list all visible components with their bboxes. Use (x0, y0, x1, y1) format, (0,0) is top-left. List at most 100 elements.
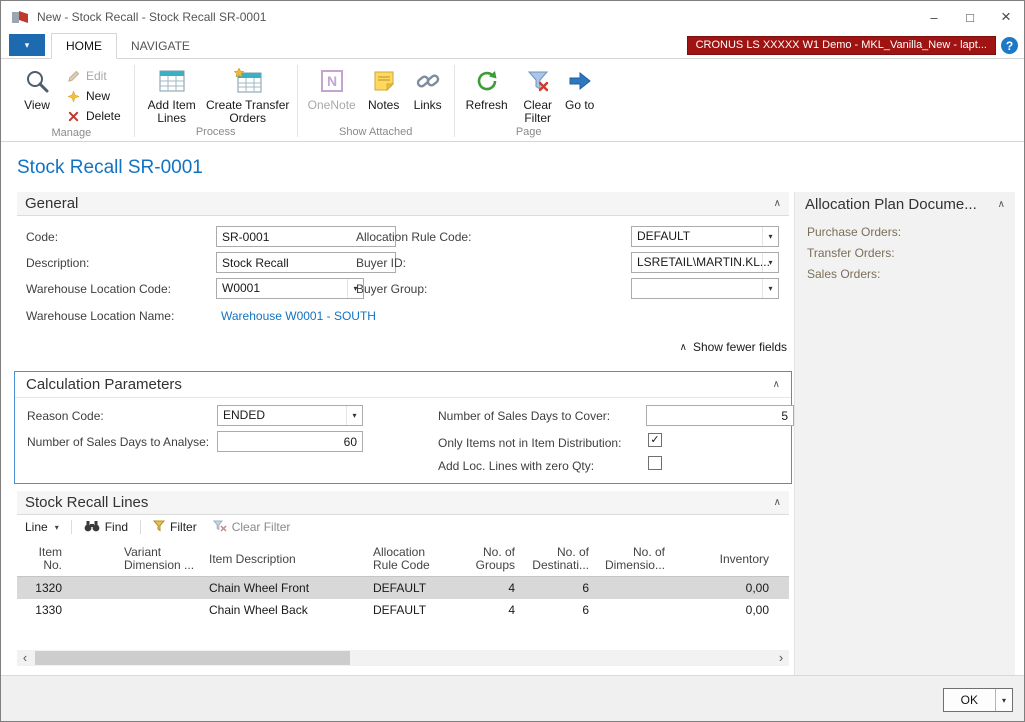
delete-button[interactable]: Delete (64, 106, 129, 126)
lines-section-header[interactable]: Stock Recall Lines ∧ (17, 491, 789, 515)
warehouse-location-name-label: Warehouse Location Name: (26, 309, 174, 323)
window-title: New - Stock Recall - Stock Recall SR-000… (37, 10, 266, 24)
ribbon: View Edit New (1, 59, 1024, 142)
onenote-label: OneNote (308, 99, 356, 112)
go-to-button[interactable]: Go to (562, 62, 598, 125)
toolbar-separator (140, 520, 141, 534)
factbox-header[interactable]: Allocation Plan Docume... ∧ (795, 192, 1015, 215)
buyer-id-combo[interactable]: LSRETAIL\MARTIN.KL... ▾ (631, 252, 779, 273)
description-label: Description: (26, 256, 89, 270)
buyer-id-label: Buyer ID: (356, 256, 406, 270)
close-button[interactable]: × (988, 1, 1024, 33)
cell-allocation-rule-code: DEFAULT (369, 599, 469, 621)
column-header-item-no[interactable]: Item No. (17, 541, 66, 577)
column-header-allocation-rule-code[interactable]: Allocation Rule Code (369, 541, 469, 577)
ribbon-separator (134, 65, 135, 137)
tab-navigate[interactable]: NAVIGATE (117, 34, 204, 58)
maximize-button[interactable]: □ (952, 1, 988, 33)
scroll-right-arrow[interactable]: › (773, 650, 789, 666)
cell-allocation-rule-code: DEFAULT (369, 577, 469, 599)
links-button[interactable]: Links (407, 62, 449, 125)
ok-split-button[interactable]: OK ▾ (943, 688, 1013, 712)
reason-code-combo[interactable]: ENDED ▾ (217, 405, 363, 426)
cell-variant-dimension (66, 577, 205, 599)
column-header-no-of-groups[interactable]: No. of Groups (469, 541, 519, 577)
column-header-no-of-dimensions[interactable]: No. of Dimensio... (593, 541, 669, 577)
only-items-not-in-distribution-checkbox[interactable]: ✓ (648, 433, 662, 447)
notes-button[interactable]: Notes (361, 62, 407, 125)
scrollbar-track[interactable] (33, 650, 773, 666)
collapse-chevron-icon[interactable]: ∧ (773, 379, 780, 390)
general-section-body: Code: Description: Warehouse Location Co… (17, 216, 789, 342)
factbox-item-transfer-orders: Transfer Orders: (807, 246, 1003, 260)
caret-down-icon[interactable]: ▾ (762, 279, 778, 298)
column-header-item-description[interactable]: Item Description (205, 541, 369, 577)
ribbon-separator (454, 65, 455, 137)
onenote-button[interactable]: N OneNote (303, 62, 361, 125)
grid-icon (158, 66, 186, 96)
zero-qty-lines-checkbox[interactable] (648, 456, 662, 470)
help-button[interactable]: ? (1001, 37, 1018, 54)
refresh-label: Refresh (466, 99, 508, 112)
create-transfer-orders-button[interactable]: Create Transfer Orders (204, 62, 292, 125)
collapse-chevron-icon[interactable]: ∧ (774, 497, 781, 508)
column-header-inventory[interactable]: Inventory (669, 541, 773, 577)
cell-item-description: Chain Wheel Front (205, 577, 369, 599)
minimize-button[interactable]: – (916, 1, 952, 33)
table-row[interactable]: 1320 Chain Wheel Front DEFAULT 4 6 0,00 (17, 577, 789, 599)
general-section-header[interactable]: General ∧ (17, 192, 789, 216)
horizontal-scrollbar[interactable]: ‹ › (17, 650, 789, 666)
factbox-item-purchase-orders: Purchase Orders: (807, 225, 1003, 239)
column-header-variant-dimension[interactable]: Variant Dimension ... (66, 541, 205, 577)
sales-days-cover-field[interactable] (646, 405, 794, 426)
clear-filter-button[interactable]: Clear Filter (514, 62, 562, 125)
go-to-label: Go to (565, 99, 594, 112)
svg-text:N: N (327, 73, 337, 89)
show-fewer-fields-button[interactable]: ∧ Show fewer fields (680, 340, 787, 354)
factbox-pane: Allocation Plan Docume... ∧ Purchase Ord… (794, 192, 1015, 675)
calculation-parameters-header[interactable]: Calculation Parameters ∧ (15, 372, 791, 398)
chain-link-icon (415, 66, 441, 96)
filter-button[interactable]: Filter (149, 520, 201, 535)
reason-code-label: Reason Code: (27, 409, 104, 423)
scrollbar-thumb[interactable] (35, 651, 350, 665)
clear-filter-label: Clear Filter (516, 99, 560, 125)
line-menu-button[interactable]: Line ▾ (21, 520, 63, 534)
delete-label: Delete (86, 109, 121, 123)
ok-caret-down-icon[interactable]: ▾ (995, 689, 1012, 711)
collapse-chevron-icon[interactable]: ∧ (774, 198, 781, 209)
sales-days-analyse-field[interactable] (217, 431, 363, 452)
only-items-not-in-distribution-label: Only Items not in Item Distribution: (438, 436, 621, 450)
app-window: New - Stock Recall - Stock Recall SR-000… (0, 0, 1025, 722)
warehouse-location-code-combo[interactable]: W0001 ▾ (216, 278, 364, 299)
tab-home[interactable]: HOME (51, 33, 117, 59)
app-menu-button[interactable]: ▾ (9, 34, 45, 56)
refresh-button[interactable]: Refresh (460, 62, 514, 125)
new-button[interactable]: New (64, 86, 129, 106)
view-button[interactable]: View (14, 62, 60, 126)
lines-toolbar: Line ▾ Find Filt (17, 516, 294, 538)
add-item-lines-button[interactable]: Add Item Lines (140, 62, 204, 125)
clear-filter-toolbar-button[interactable]: Clear Filter (209, 520, 295, 535)
caret-down-icon[interactable]: ▾ (762, 253, 778, 272)
collapse-chevron-icon[interactable]: ∧ (998, 199, 1005, 210)
title-bar: New - Stock Recall - Stock Recall SR-000… (1, 1, 1024, 33)
ribbon-group-process: Add Item Lines Create Transfer Orders Pr… (137, 61, 295, 141)
column-header-no-of-destinations[interactable]: No. of Destinati... (519, 541, 593, 577)
warehouse-location-name-link[interactable]: Warehouse W0001 - SOUTH (221, 309, 376, 323)
company-badge[interactable]: CRONUS LS XXXXX W1 Demo - MKL_Vanilla_Ne… (687, 36, 996, 55)
table-row[interactable]: 1330 Chain Wheel Back DEFAULT 4 6 0,00 (17, 599, 789, 621)
buyer-group-combo[interactable]: ▾ (631, 278, 779, 299)
caret-down-icon[interactable]: ▾ (346, 406, 362, 425)
scroll-left-arrow[interactable]: ‹ (17, 650, 33, 666)
cell-item-no: 1330 (17, 599, 66, 621)
binoculars-icon (84, 520, 100, 535)
ribbon-group-manage: View Edit New (11, 61, 132, 141)
caret-down-icon[interactable]: ▾ (762, 227, 778, 246)
factbox-items: Purchase Orders: Transfer Orders: Sales … (795, 215, 1015, 298)
allocation-rule-code-combo[interactable]: DEFAULT ▾ (631, 226, 779, 247)
ok-button[interactable]: OK (944, 689, 995, 711)
arrow-right-icon (567, 66, 593, 96)
find-button[interactable]: Find (80, 520, 132, 535)
edit-button[interactable]: Edit (64, 66, 129, 86)
